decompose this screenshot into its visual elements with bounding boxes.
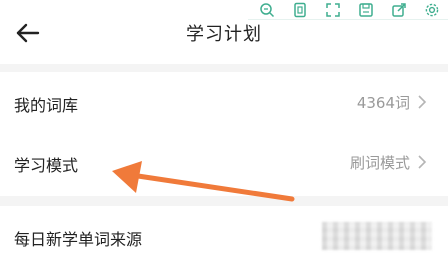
annotation-arrow: [112, 161, 295, 202]
